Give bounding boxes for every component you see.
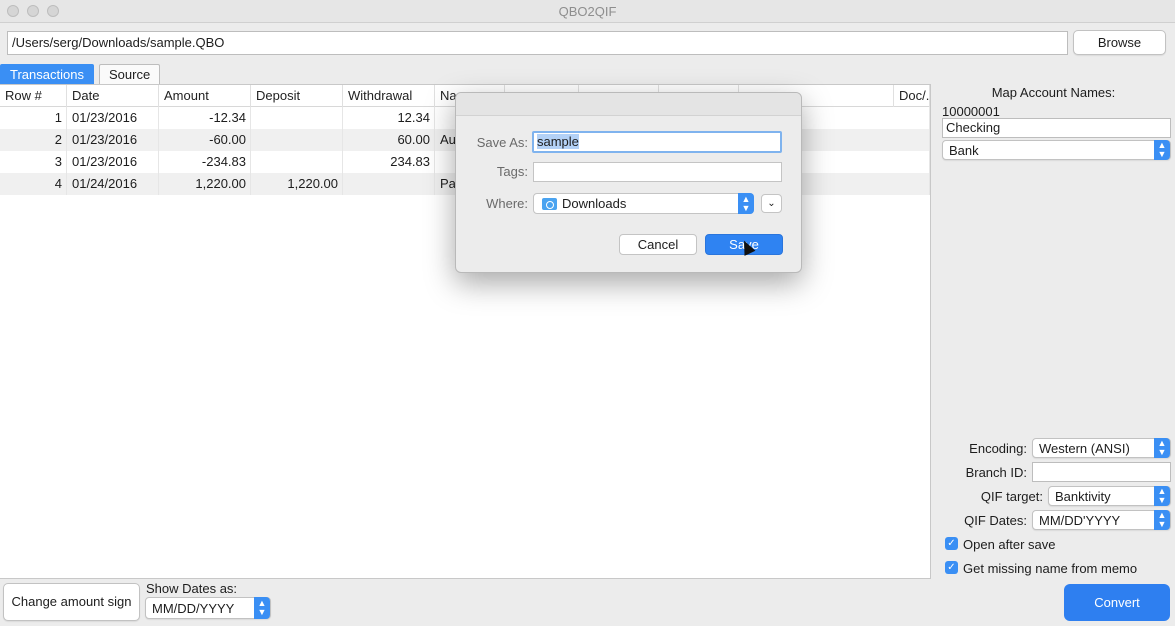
tab-source[interactable]: Source (99, 64, 161, 84)
account-name-input[interactable]: Checking (942, 118, 1171, 138)
column-header-date[interactable]: Date (67, 85, 159, 107)
qif-target-value: Banktivity (1055, 489, 1111, 504)
cell-date: 01/23/2016 (67, 151, 159, 173)
cell-withdrawal: 234.83 (343, 151, 435, 173)
dialog-header (456, 93, 801, 116)
column-header-doc[interactable]: Doc/. (894, 85, 930, 107)
encoding-select[interactable]: Western (ANSI) ▲ ▼ (1032, 438, 1171, 458)
qif-dates-value: MM/DD'YYYY (1039, 513, 1121, 528)
expand-chevron-button[interactable]: ⌄ (761, 194, 782, 213)
save-dialog: Save As: sample Tags: Where: Downloads ▲… (455, 92, 802, 273)
chevron-updown-icon: ▲ ▼ (1154, 486, 1170, 506)
column-header-deposit[interactable]: Deposit (251, 85, 343, 107)
cell-withdrawal: 60.00 (343, 129, 435, 151)
cell-row-number: 4 (0, 173, 67, 195)
cell-doc (894, 173, 930, 195)
cancel-button[interactable]: Cancel (619, 234, 697, 255)
cell-row-number: 2 (0, 129, 67, 151)
cell-deposit (251, 107, 343, 129)
account-type-select[interactable]: Bank ▲ ▼ (942, 140, 1171, 160)
save-as-value: sample (537, 134, 579, 149)
cell-deposit: 1,220.00 (251, 173, 343, 195)
cell-amount: -60.00 (159, 129, 251, 151)
account-number: 10000001 (942, 104, 1000, 119)
tags-label: Tags: (496, 164, 528, 179)
cell-doc (894, 129, 930, 151)
column-header-withdrawal[interactable]: Withdrawal (343, 85, 435, 107)
cell-doc (894, 151, 930, 173)
browse-button[interactable]: Browse (1073, 30, 1166, 55)
save-as-label: Save As: (476, 135, 528, 150)
show-dates-value: MM/DD/YYYY (152, 601, 235, 616)
bottom-bar: Change amount sign Show Dates as: MM/DD/… (0, 579, 1175, 626)
window-title: QBO2QIF (558, 4, 617, 19)
cell-deposit (251, 129, 343, 151)
tags-input[interactable] (533, 162, 782, 182)
show-dates-label: Show Dates as: (146, 581, 238, 596)
convert-button[interactable]: Convert (1064, 584, 1170, 621)
open-after-save-checkbox[interactable]: ✓ (945, 537, 958, 550)
cell-withdrawal (343, 173, 435, 195)
encoding-value: Western (ANSI) (1039, 441, 1130, 456)
title-bar: QBO2QIF (0, 0, 1175, 23)
qif-target-select[interactable]: Banktivity ▲ ▼ (1048, 486, 1171, 506)
chevron-updown-icon: ▲ ▼ (1154, 510, 1170, 530)
cell-amount: 1,220.00 (159, 173, 251, 195)
qif-dates-label: QIF Dates: (964, 513, 1027, 528)
map-account-panel: Map Account Names: 10000001 Checking Ban… (932, 84, 1175, 579)
map-account-title: Map Account Names: (991, 85, 1116, 100)
cell-row-number: 3 (0, 151, 67, 173)
change-amount-sign-button[interactable]: Change amount sign (3, 583, 140, 621)
chevron-updown-icon: ▲ ▼ (1154, 140, 1170, 160)
show-dates-select[interactable]: MM/DD/YYYY ▲ ▼ (145, 597, 271, 619)
cell-doc (894, 107, 930, 129)
cell-deposit (251, 151, 343, 173)
chevron-updown-icon: ▲ ▼ (254, 597, 270, 619)
where-label: Where: (486, 196, 528, 211)
qif-dates-select[interactable]: MM/DD'YYYY ▲ ▼ (1032, 510, 1171, 530)
column-header-row[interactable]: Row # (0, 85, 67, 107)
file-path-input[interactable]: /Users/serg/Downloads/sample.QBO (7, 31, 1068, 55)
cell-amount: -234.83 (159, 151, 251, 173)
qif-target-label: QIF target: (980, 489, 1043, 504)
where-value: Downloads (562, 196, 627, 211)
column-header-amount[interactable]: Amount (159, 85, 251, 107)
cell-row-number: 1 (0, 107, 67, 129)
chevron-updown-icon: ▲ ▼ (1154, 438, 1170, 458)
branch-id-input[interactable] (1032, 462, 1171, 482)
cell-date: 01/24/2016 (67, 173, 159, 195)
save-as-input[interactable]: sample (532, 131, 782, 153)
encoding-label: Encoding: (969, 441, 1027, 456)
where-select[interactable]: Downloads ▲ ▼ (533, 193, 754, 214)
open-after-save-label: Open after save (963, 537, 1056, 552)
cell-amount: -12.34 (159, 107, 251, 129)
missing-name-label: Get missing name from memo (963, 561, 1138, 576)
cell-withdrawal: 12.34 (343, 107, 435, 129)
chevron-updown-icon: ▲ ▼ (738, 193, 754, 214)
cell-date: 01/23/2016 (67, 129, 159, 151)
downloads-folder-icon (542, 198, 557, 210)
tab-transactions[interactable]: Transactions (0, 64, 94, 84)
missing-name-checkbox[interactable]: ✓ (945, 561, 958, 574)
account-type-value: Bank (949, 143, 979, 158)
branch-id-label: Branch ID: (965, 465, 1027, 480)
cell-date: 01/23/2016 (67, 107, 159, 129)
